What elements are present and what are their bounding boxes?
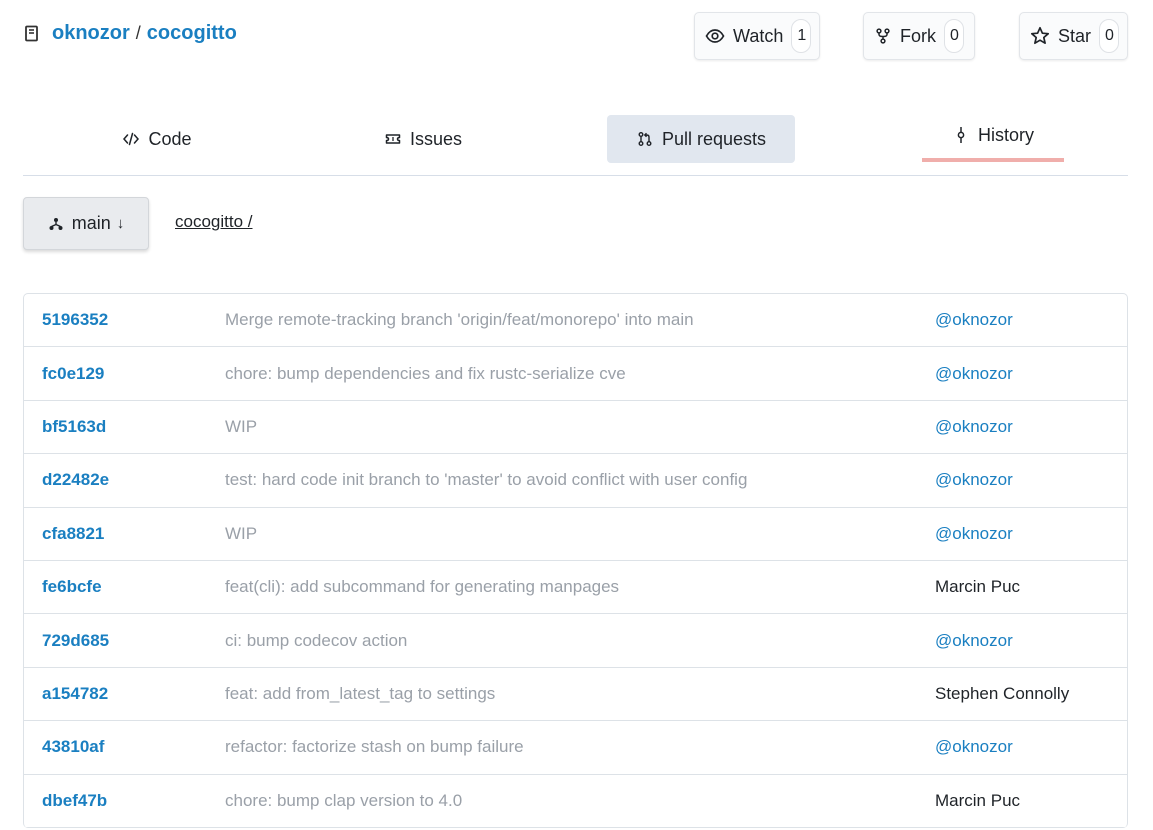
tab-history-label: History bbox=[977, 124, 1034, 145]
fork-icon bbox=[874, 25, 892, 47]
tab-pull-requests-label: Pull requests bbox=[661, 128, 767, 149]
commit-icon bbox=[952, 126, 970, 144]
commit-message: feat(cli): add subcommand for generating… bbox=[225, 577, 620, 597]
commit-message: chore: bump clap version to 4.0 bbox=[225, 790, 463, 810]
tab-issues[interactable]: Issues bbox=[363, 115, 483, 163]
arrow-down-icon: ↓ bbox=[116, 215, 125, 232]
commit-sha-link[interactable]: 729d685 bbox=[42, 631, 109, 651]
eye-icon bbox=[705, 25, 725, 47]
ticket-icon bbox=[384, 130, 402, 148]
commit-sha-link[interactable]: dbef47b bbox=[42, 791, 107, 811]
repo-separator: / bbox=[135, 23, 141, 43]
commit-author[interactable]: @oknozor bbox=[935, 737, 1013, 757]
commit-sha-link[interactable]: fc0e129 bbox=[42, 364, 104, 384]
tab-issues-label: Issues bbox=[409, 128, 463, 149]
commit-author[interactable]: @oknozor bbox=[935, 524, 1013, 544]
commit-message: Merge remote-tracking branch 'origin/fea… bbox=[225, 310, 694, 330]
star-label: Star bbox=[1058, 25, 1092, 46]
repo-tabs: Code Issues Pull requests History bbox=[23, 112, 1128, 176]
commit-list: 5196352 Merge remote-tracking branch 'ori… bbox=[23, 293, 1128, 828]
tab-history[interactable]: History bbox=[922, 112, 1064, 162]
repo-title: oknozor / cocogitto bbox=[24, 22, 237, 45]
commit-sha-link[interactable]: bf5163d bbox=[42, 417, 106, 437]
commit-row: fc0e129 chore: bump dependencies and fix … bbox=[24, 347, 1127, 401]
commit-sha-link[interactable]: d22482e bbox=[42, 470, 109, 490]
commit-author[interactable]: @oknozor bbox=[935, 310, 1013, 330]
commit-row: dbef47b chore: bump clap version to 4.0 Ma… bbox=[24, 775, 1127, 828]
branch-label: main bbox=[71, 213, 111, 233]
commit-author[interactable]: @oknozor bbox=[935, 470, 1013, 490]
commit-author[interactable]: @oknozor bbox=[935, 364, 1013, 384]
repo-owner-link[interactable]: oknozor bbox=[52, 22, 130, 45]
commit-author: Marcin Puc bbox=[935, 577, 1021, 597]
watch-label: Watch bbox=[733, 25, 784, 46]
commit-row: fe6bcfe feat(cli): add subcommand for gen… bbox=[24, 561, 1127, 615]
commit-author[interactable]: @oknozor bbox=[935, 631, 1013, 651]
star-count: 0 bbox=[1099, 19, 1120, 53]
fork-button[interactable]: Fork 0 bbox=[863, 12, 975, 60]
commit-message: refactor: factorize stash on bump failur… bbox=[225, 737, 524, 757]
commit-row: cfa8821 WIP @oknozor bbox=[24, 508, 1127, 561]
star-icon bbox=[1030, 25, 1050, 47]
tab-pull-requests[interactable]: Pull requests bbox=[607, 115, 795, 163]
commit-message: WIP bbox=[225, 416, 258, 436]
commit-author: Stephen Connolly bbox=[935, 683, 1070, 703]
repo-name-link[interactable]: cocogitto bbox=[147, 22, 237, 45]
breadcrumb-path[interactable]: cocogitto / bbox=[175, 212, 253, 232]
star-button[interactable]: Star 0 bbox=[1019, 12, 1128, 60]
code-icon bbox=[122, 130, 140, 148]
commit-author: Marcin Puc bbox=[935, 790, 1021, 810]
fork-label: Fork bbox=[900, 25, 936, 46]
commit-sha-link[interactable]: 5196352 bbox=[42, 310, 108, 330]
branch-selector-button[interactable]: main ↓ bbox=[23, 197, 149, 250]
tab-code-label: Code bbox=[148, 128, 192, 149]
tab-code[interactable]: Code bbox=[107, 115, 207, 163]
commit-row: 5196352 Merge remote-tracking branch 'ori… bbox=[24, 294, 1127, 348]
commit-message: test: hard code init branch to 'master' … bbox=[225, 470, 748, 490]
branch-icon bbox=[48, 216, 64, 232]
commit-row: 43810af refactor: factorize stash on bump… bbox=[24, 721, 1127, 775]
commit-message: WIP bbox=[225, 523, 258, 543]
pull-request-icon bbox=[636, 130, 654, 148]
commit-row: a154782 feat: add from_latest_tag to sett… bbox=[24, 668, 1127, 722]
commit-message: chore: bump dependencies and fix rustc-s… bbox=[225, 363, 626, 383]
commit-sha-link[interactable]: fe6bcfe bbox=[42, 577, 102, 597]
commit-row: d22482e test: hard code init branch to 'm… bbox=[24, 454, 1127, 508]
fork-count: 0 bbox=[944, 19, 964, 53]
commit-sha-link[interactable]: cfa8821 bbox=[42, 524, 104, 544]
commit-message: ci: bump codecov action bbox=[225, 630, 408, 650]
watch-button[interactable]: Watch 1 bbox=[694, 12, 820, 60]
commit-sha-link[interactable]: 43810af bbox=[42, 737, 104, 757]
commit-sha-link[interactable]: a154782 bbox=[42, 684, 108, 704]
commit-row: bf5163d WIP @oknozor bbox=[24, 401, 1127, 455]
commit-row: 729d685 ci: bump codecov action @oknozor bbox=[24, 614, 1127, 668]
commit-message: feat: add from_latest_tag to settings bbox=[225, 683, 496, 703]
commit-author[interactable]: @oknozor bbox=[935, 417, 1013, 437]
repo-book-icon bbox=[24, 25, 41, 43]
watch-count: 1 bbox=[791, 19, 812, 53]
